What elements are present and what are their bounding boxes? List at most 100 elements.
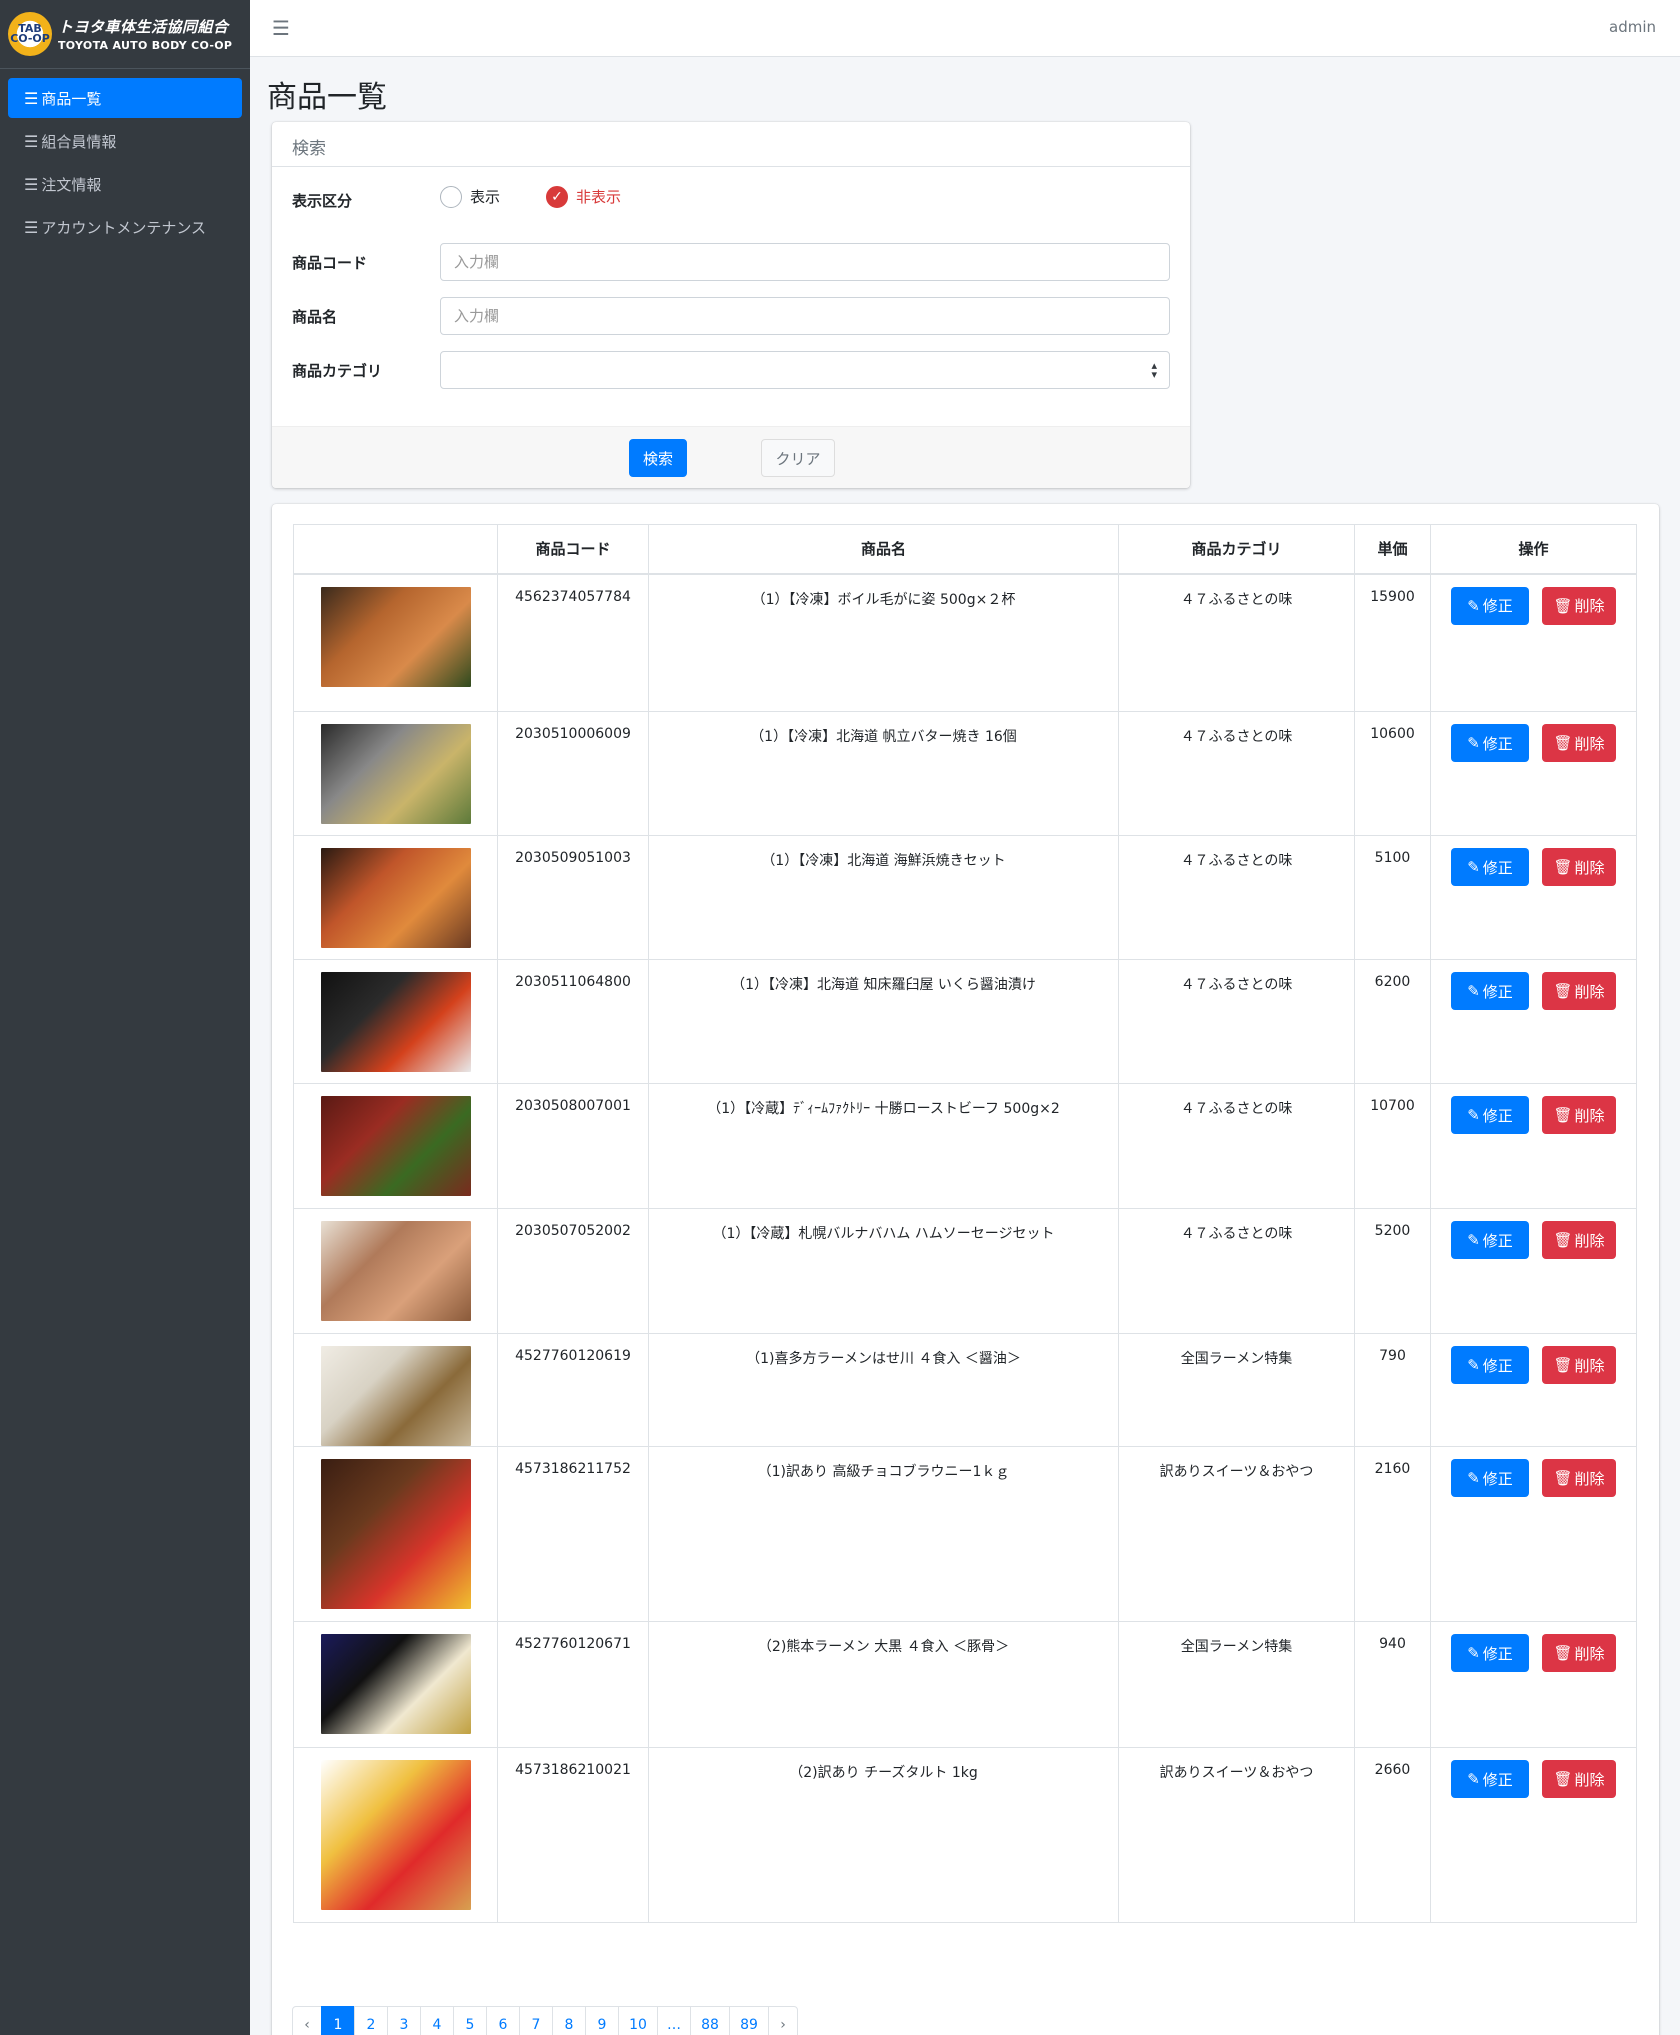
cell-price: 940 — [1354, 1621, 1431, 1748]
brand[interactable]: TAB CO-OP トヨタ車体生活協同組合 TOYOTA AUTO BODY C… — [0, 0, 250, 69]
delete-label: 削除 — [1574, 858, 1605, 877]
edit-label: 修正 — [1482, 858, 1513, 877]
edit-button[interactable]: ✎ 修正 — [1451, 848, 1529, 886]
delete-button[interactable]: 🗑 削除 — [1542, 1634, 1616, 1672]
sidebar-item-members[interactable]: ☰ 組合員情報 — [8, 121, 242, 161]
name-label: 商品名 — [292, 307, 338, 326]
page-link[interactable]: 8 — [552, 2006, 586, 2035]
cell-name: （1）【冷凍】ボイル毛がに姿 500g×２杯 — [648, 573, 1119, 712]
sidebar-item-label: 組合員情報 — [41, 132, 117, 151]
header-actions: 操作 — [1430, 524, 1637, 575]
table-row: 4573186211752 （1)訳あり 高級チョコブラウニー1ｋｇ 訳ありスイーツ… — [293, 1446, 1637, 1622]
edit-button[interactable]: ✎ 修正 — [1451, 1760, 1529, 1798]
header-image — [293, 524, 498, 575]
edit-label: 修正 — [1482, 1231, 1513, 1250]
cell-actions: ✎ 修正 🗑 削除 — [1430, 1083, 1637, 1209]
edit-icon: ✎ — [1467, 1770, 1480, 1788]
cell-actions: ✎ 修正 🗑 削除 — [1430, 1333, 1637, 1447]
delete-label: 削除 — [1574, 1106, 1605, 1125]
prev-page-button[interactable]: ‹ — [292, 2006, 322, 2035]
edit-button[interactable]: ✎ 修正 — [1451, 1634, 1529, 1672]
edit-icon: ✎ — [1467, 1106, 1480, 1124]
check-icon[interactable]: ✓ — [546, 185, 569, 208]
sidebar-nav: ☰ 商品一覧 ☰ 組合員情報 ☰ 注文情報 ☰ アカウントメンテナンス — [0, 69, 250, 259]
edit-button[interactable]: ✎ 修正 — [1451, 724, 1529, 762]
code-input[interactable]: 入力欄 — [440, 243, 1170, 281]
cell-code: 2030511064800 — [497, 959, 649, 1084]
radio-hide[interactable]: ✓ 非表示 — [546, 185, 621, 208]
page-title: 商品一覧 — [267, 80, 387, 115]
page-link[interactable]: 6 — [486, 2006, 520, 2035]
edit-label: 修正 — [1482, 1770, 1513, 1789]
table-row: 2030511064800 （1）【冷凍】北海道 知床羅臼屋 いくら醤油漬け ４７ふ… — [293, 959, 1637, 1084]
radio-show[interactable]: 表示 — [440, 185, 500, 208]
edit-button[interactable]: ✎ 修正 — [1451, 586, 1529, 625]
page-link[interactable]: 88 — [690, 2006, 730, 2035]
delete-button[interactable]: 🗑 削除 — [1542, 1760, 1616, 1798]
cell-price: 10700 — [1354, 1083, 1431, 1209]
brand-text: トヨタ車体生活協同組合 TOYOTA AUTO BODY CO-OP — [58, 16, 232, 52]
sidebar-item-accounts[interactable]: ☰ アカウントメンテナンス — [8, 207, 242, 247]
edit-button[interactable]: ✎ 修正 — [1451, 1346, 1529, 1384]
page-link[interactable]: 9 — [585, 2006, 619, 2035]
delete-button[interactable]: 🗑 削除 — [1542, 724, 1616, 762]
cell-category: ４７ふるさとの味 — [1118, 711, 1355, 836]
delete-label: 削除 — [1574, 982, 1605, 1001]
cell-image — [293, 1208, 498, 1334]
hamburger-icon[interactable]: ☰ — [272, 16, 290, 40]
delete-label: 削除 — [1574, 1356, 1605, 1375]
list-icon: ☰ — [24, 88, 39, 108]
trash-icon: 🗑 — [1553, 858, 1573, 876]
clear-button[interactable]: クリア — [761, 439, 835, 477]
delete-button[interactable]: 🗑 削除 — [1542, 586, 1616, 625]
delete-button[interactable]: 🗑 削除 — [1542, 1346, 1616, 1384]
edit-button[interactable]: ✎ 修正 — [1451, 972, 1529, 1010]
edit-label: 修正 — [1482, 734, 1513, 753]
page-link[interactable]: 7 — [519, 2006, 553, 2035]
page-link[interactable]: 5 — [453, 2006, 487, 2035]
name-input[interactable]: 入力欄 — [440, 297, 1170, 335]
delete-button[interactable]: 🗑 削除 — [1542, 1096, 1616, 1134]
edit-icon: ✎ — [1467, 1231, 1480, 1249]
edit-button[interactable]: ✎ 修正 — [1451, 1459, 1529, 1497]
cell-category: 全国ラーメン特集 — [1118, 1621, 1355, 1748]
cell-price: 5100 — [1354, 835, 1431, 960]
page-link[interactable]: 3 — [387, 2006, 421, 2035]
trash-icon: 🗑 — [1553, 1231, 1573, 1249]
cell-name: （2)訳あり チーズタルト 1kg — [648, 1747, 1119, 1923]
table-body: 4562374057784 （1）【冷凍】ボイル毛がに姿 500g×２杯 ４７ふるさ… — [293, 573, 1637, 1923]
cell-code: 2030509051003 — [497, 835, 649, 960]
cell-price: 790 — [1354, 1333, 1431, 1447]
edit-button[interactable]: ✎ 修正 — [1451, 1096, 1529, 1134]
next-page-button[interactable]: › — [768, 2006, 798, 2035]
cell-image — [293, 1333, 498, 1447]
edit-button[interactable]: ✎ 修正 — [1451, 1221, 1529, 1259]
sidebar-item-products[interactable]: ☰ 商品一覧 — [8, 78, 242, 118]
page-link[interactable]: 2 — [354, 2006, 388, 2035]
delete-button[interactable]: 🗑 削除 — [1542, 1221, 1616, 1259]
page-ellipsis[interactable]: … — [657, 2006, 691, 2035]
delete-button[interactable]: 🗑 削除 — [1542, 1459, 1616, 1497]
delete-button[interactable]: 🗑 削除 — [1542, 972, 1616, 1010]
page-link[interactable]: 10 — [618, 2006, 658, 2035]
sidebar-item-orders[interactable]: ☰ 注文情報 — [8, 164, 242, 204]
delete-button[interactable]: 🗑 削除 — [1542, 848, 1616, 886]
cell-actions: ✎ 修正 🗑 削除 — [1430, 959, 1637, 1084]
cell-name: （1）【冷蔵】札幌バルナバハム ハムソーセージセット — [648, 1208, 1119, 1334]
category-select[interactable]: ▴ ▾ — [440, 351, 1170, 389]
sidebar: TAB CO-OP トヨタ車体生活協同組合 TOYOTA AUTO BODY C… — [0, 0, 250, 2035]
cell-name: （1)喜多方ラーメンはせ川 ４食入 ＜醤油＞ — [648, 1333, 1119, 1447]
page-link[interactable]: 4 — [420, 2006, 454, 2035]
user-name[interactable]: admin — [1609, 18, 1656, 36]
cell-name: （1）【冷凍】北海道 海鮮浜焼きセット — [648, 835, 1119, 960]
edit-icon: ✎ — [1467, 1644, 1480, 1662]
product-thumbnail — [320, 1346, 471, 1446]
page-link[interactable]: 89 — [729, 2006, 769, 2035]
search-button[interactable]: 検索 — [629, 439, 687, 477]
page-link[interactable]: 1 — [321, 2006, 355, 2035]
header-category: 商品カテゴリ — [1118, 524, 1355, 575]
cell-image — [293, 1747, 498, 1923]
radio-show-circle[interactable] — [440, 185, 462, 208]
cell-code: 4573186210021 — [497, 1747, 649, 1923]
table-header-row: 商品コード 商品名 商品カテゴリ 単価 操作 — [293, 524, 1637, 575]
